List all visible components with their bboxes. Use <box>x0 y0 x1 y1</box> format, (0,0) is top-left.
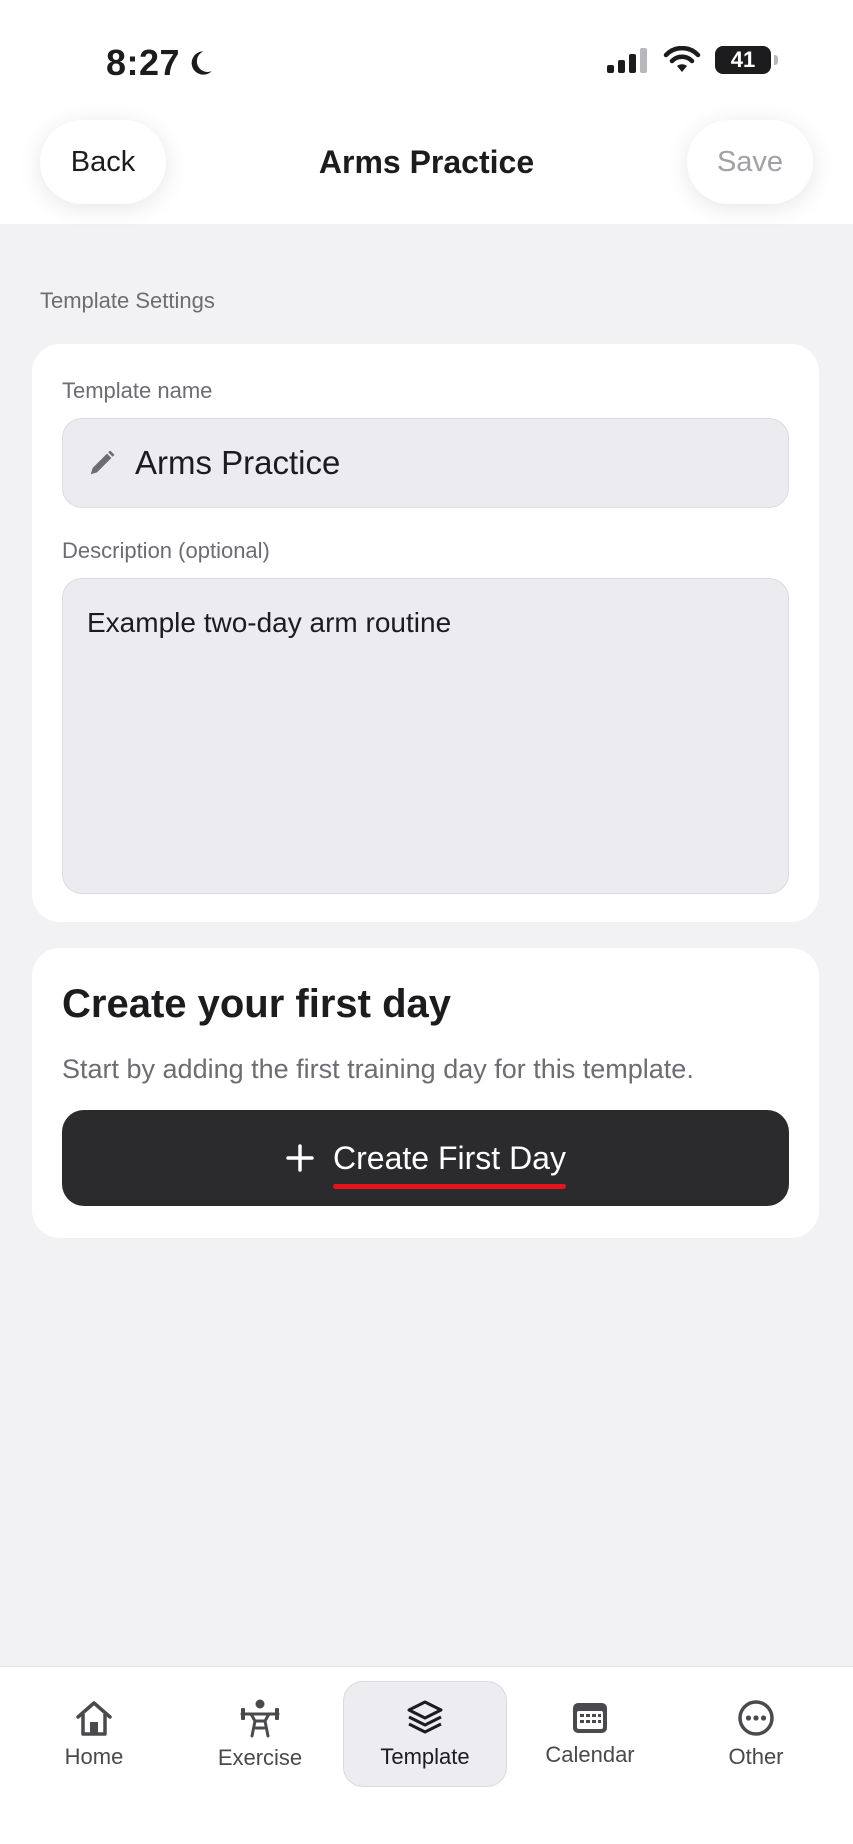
template-name-label: Template name <box>62 378 213 403</box>
plus-icon <box>286 1144 314 1172</box>
layers-icon <box>407 1700 443 1734</box>
status-icons: 41 <box>607 46 778 74</box>
cellular-signal-icon <box>607 48 647 73</box>
create-first-day-label: Create First Day <box>333 1139 566 1189</box>
create-first-day-text: Create First Day <box>333 1139 566 1176</box>
time-text: 8:27 <box>106 42 181 83</box>
wifi-icon <box>663 46 701 72</box>
template-name-value: Arms Practice <box>135 444 341 481</box>
weightlifter-icon <box>240 1699 280 1738</box>
house-icon <box>76 1701 112 1736</box>
red-underline-annotation <box>333 1183 566 1189</box>
first-day-title: Create your first day <box>62 982 452 1026</box>
tab-exercise[interactable]: Exercise <box>178 1681 342 1787</box>
status-time: 8:27 <box>106 42 214 84</box>
tab-home-label: Home <box>64 1744 124 1769</box>
description-label: Description (optional) <box>62 538 270 563</box>
create-first-day-button[interactable]: Create First Day <box>62 1110 789 1206</box>
template-name-input[interactable]: Arms Practice <box>62 418 789 508</box>
first-day-card: Create your first day Start by adding th… <box>32 948 819 1238</box>
tab-template-label: Template <box>380 1744 470 1769</box>
save-button[interactable]: Save <box>687 120 813 204</box>
tab-calendar-label: Calendar <box>545 1742 635 1767</box>
template-settings-card: Template name Arms Practice Description … <box>32 344 819 922</box>
battery-level: 41 <box>730 47 756 72</box>
pencil-icon <box>90 450 115 475</box>
ellipsis-circle-icon <box>738 1700 774 1736</box>
tab-bar: Home Exercise Template Calendar Other <box>0 1666 853 1844</box>
tab-other-label: Other <box>728 1744 784 1769</box>
moon-icon <box>191 51 212 75</box>
tab-other[interactable]: Other <box>674 1681 838 1787</box>
nav-bar: Back Arms Practice Save <box>0 100 853 224</box>
tab-calendar[interactable]: Calendar <box>508 1681 672 1787</box>
description-textarea[interactable]: Example two-day arm routine <box>62 578 789 894</box>
section-label-template-settings: Template Settings <box>40 288 215 313</box>
first-day-subtitle: Start by adding the first training day f… <box>62 1054 694 1084</box>
calendar-icon <box>573 1703 607 1733</box>
tab-template[interactable]: Template <box>343 1681 507 1787</box>
tab-exercise-label: Exercise <box>217 1745 303 1770</box>
battery-icon: 41 <box>715 46 778 74</box>
tab-home[interactable]: Home <box>12 1681 176 1787</box>
